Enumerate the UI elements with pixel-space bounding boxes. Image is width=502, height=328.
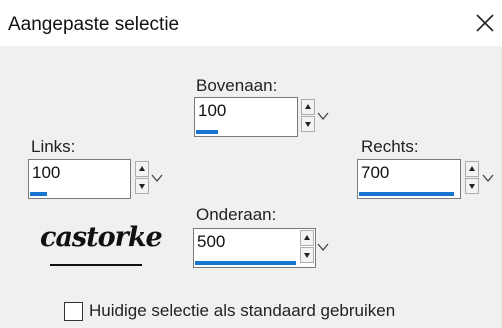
spin-down-icon [469, 184, 475, 189]
spin-up-icon [139, 166, 145, 171]
default-selection-checkbox[interactable] [64, 302, 83, 321]
spin-up-icon [305, 104, 311, 109]
right-input[interactable] [361, 163, 451, 183]
bottom-label: Onderaan: [196, 205, 277, 224]
bottom-spin-buttons [300, 230, 314, 264]
top-level-bar [196, 130, 218, 134]
left-decrement-button[interactable] [135, 178, 149, 194]
bottom-input[interactable] [197, 232, 287, 252]
right-dropdown-button[interactable] [482, 171, 494, 183]
left-increment-button[interactable] [135, 161, 149, 177]
right-spinbox [357, 159, 499, 199]
dialog-title: Aangepaste selectie [8, 14, 180, 35]
bottom-dropdown-button[interactable] [317, 240, 329, 252]
logo-underline [50, 264, 142, 266]
top-dropdown-button[interactable] [317, 109, 329, 121]
bottom-spinbox [193, 228, 335, 268]
chevron-down-icon [151, 174, 163, 183]
left-level-bar [30, 192, 47, 196]
castorke-logo: castorke [40, 222, 163, 274]
bottom-decrement-button[interactable] [300, 247, 314, 263]
chevron-down-icon [317, 243, 329, 252]
right-increment-button[interactable] [465, 161, 479, 177]
bottom-level-bar [195, 261, 296, 265]
close-icon [476, 14, 494, 32]
top-spin-buttons [301, 99, 315, 133]
bottom-increment-button[interactable] [300, 230, 314, 246]
default-selection-label: Huidige selectie als standaard gebruiken [89, 301, 396, 320]
right-level-bar [359, 192, 454, 196]
left-spinbox [28, 159, 173, 199]
spin-up-icon [469, 166, 475, 171]
bottom-field[interactable] [193, 228, 316, 268]
spin-up-icon [304, 235, 310, 240]
left-spin-buttons [135, 161, 149, 195]
left-field[interactable] [28, 159, 131, 199]
left-input[interactable] [32, 163, 122, 183]
top-input[interactable] [198, 101, 288, 121]
custom-selection-dialog: Aangepaste selectie Bovenaan: Links: [0, 0, 502, 328]
left-dropdown-button[interactable] [151, 171, 163, 183]
chevron-down-icon [317, 112, 329, 121]
top-label: Bovenaan: [196, 76, 278, 95]
chevron-down-icon [482, 174, 494, 183]
right-field[interactable] [357, 159, 461, 199]
logo-text: castorke [40, 222, 163, 253]
right-decrement-button[interactable] [465, 178, 479, 194]
right-spin-buttons [465, 161, 479, 195]
spin-down-icon [304, 253, 310, 258]
spin-down-icon [139, 184, 145, 189]
top-decrement-button[interactable] [301, 116, 315, 132]
left-label: Links: [31, 137, 76, 156]
right-label: Rechts: [361, 137, 419, 156]
top-field[interactable] [194, 97, 298, 137]
spin-down-icon [305, 122, 311, 127]
top-increment-button[interactable] [301, 99, 315, 115]
top-spinbox [194, 97, 334, 137]
title-bar: Aangepaste selectie [0, 0, 502, 46]
close-button[interactable] [474, 12, 496, 34]
